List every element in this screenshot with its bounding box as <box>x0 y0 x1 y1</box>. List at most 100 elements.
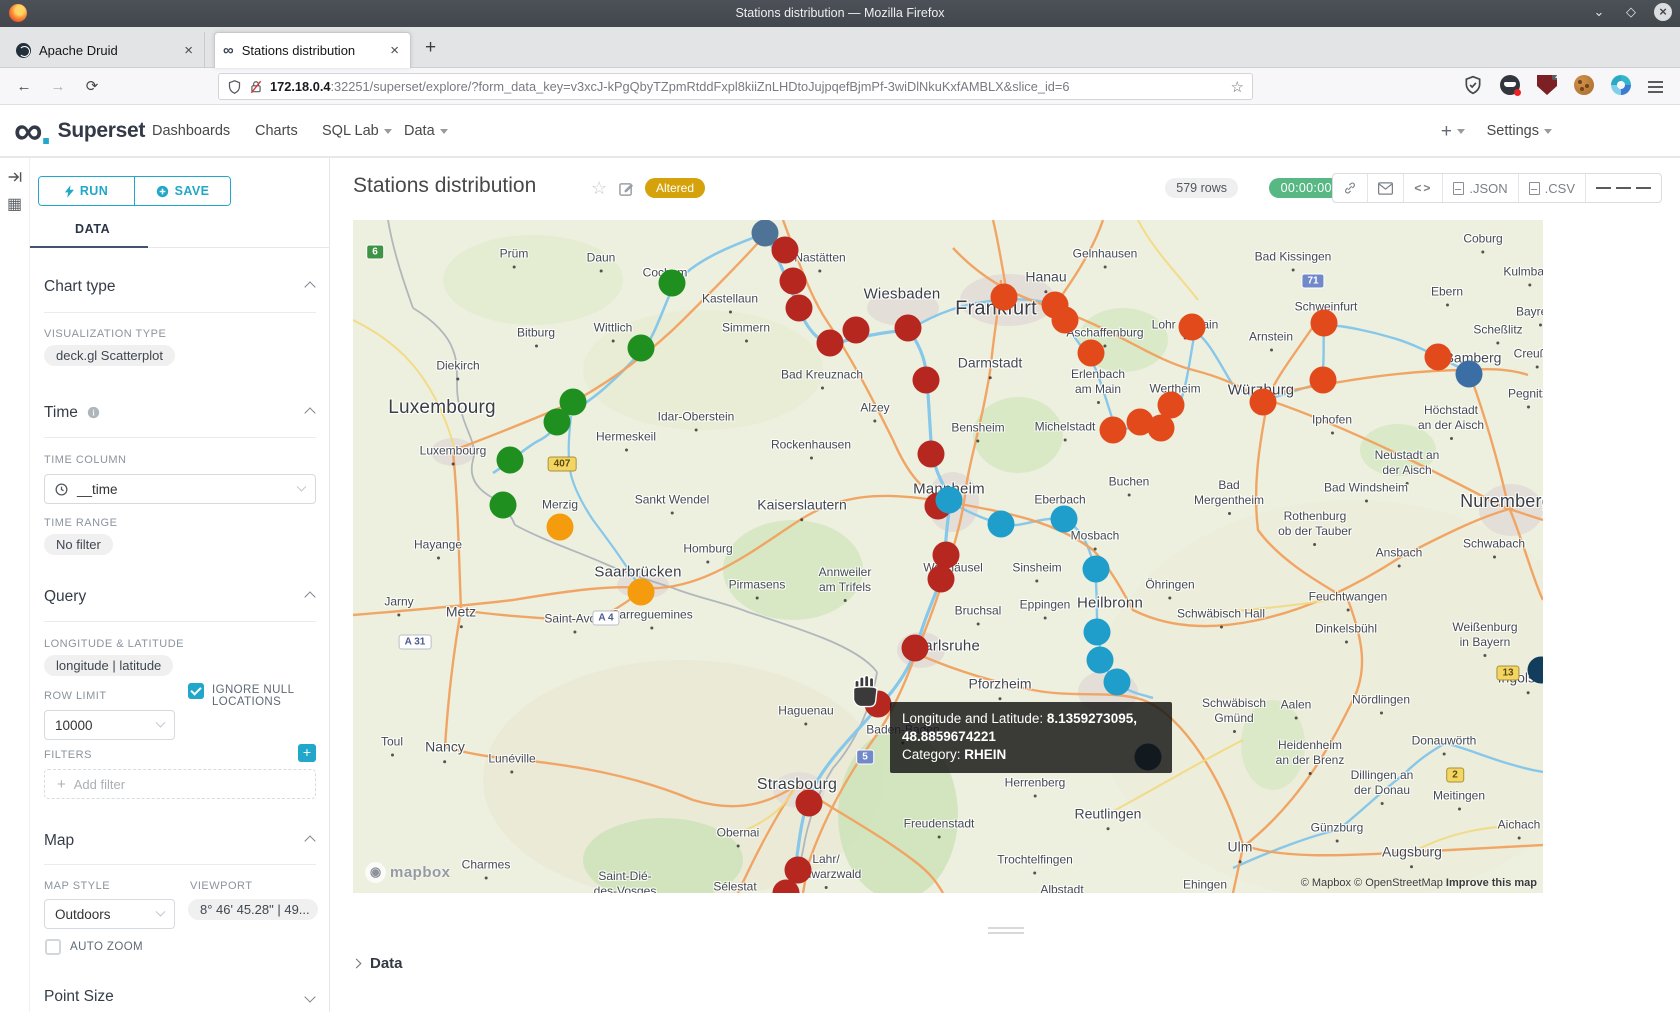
cookie-icon[interactable] <box>1574 75 1594 95</box>
map-point[interactable] <box>1158 392 1185 419</box>
map-point[interactable] <box>1078 340 1105 367</box>
map-point[interactable] <box>817 330 844 357</box>
window-maximize-button[interactable]: ◇ <box>1622 3 1640 21</box>
auto-zoom-checkbox[interactable] <box>45 939 61 955</box>
shield-permissions-icon[interactable] <box>227 79 242 95</box>
mapbox-attribution-link[interactable]: © Mapbox <box>1301 877 1354 889</box>
map-point[interactable] <box>1052 307 1079 334</box>
map-point[interactable] <box>780 268 807 295</box>
improve-map-link[interactable]: Improve this map <box>1446 877 1537 889</box>
map-point[interactable] <box>988 511 1015 538</box>
data-panel-toggle[interactable]: Data <box>353 955 403 972</box>
map-point[interactable] <box>1100 417 1127 444</box>
nav-charts[interactable]: Charts <box>255 123 298 139</box>
export-csv-button[interactable]: .CSV <box>1519 174 1586 202</box>
map-point[interactable] <box>1084 619 1111 646</box>
time-range-value[interactable]: No filter <box>44 534 113 555</box>
map-point[interactable] <box>659 270 686 297</box>
mapbox-logo[interactable]: ◉ mapbox <box>365 862 451 883</box>
nav-dashboards[interactable]: Dashboards <box>152 123 230 139</box>
map-point[interactable] <box>902 635 929 662</box>
map-point[interactable] <box>918 441 945 468</box>
map-attribution[interactable]: © Mapbox © OpenStreetMap Improve this ma… <box>1301 877 1537 889</box>
add-filter-input[interactable]: + Add filter <box>44 769 316 799</box>
favorite-star-icon[interactable]: ☆ <box>591 178 607 199</box>
account-mask-icon[interactable] <box>1500 75 1520 95</box>
map-point[interactable] <box>1311 310 1338 337</box>
section-time[interactable]: Time i <box>44 404 316 422</box>
bookmark-star-icon[interactable]: ☆ <box>1231 78 1244 96</box>
viz-type-value[interactable]: deck.gl Scatterplot <box>44 345 175 366</box>
forward-button[interactable]: → <box>46 75 70 99</box>
viewport-value[interactable]: 8° 46' 45.28" | 49... <box>188 899 318 920</box>
map-style-select[interactable]: Outdoors <box>44 899 175 929</box>
map-point[interactable] <box>913 367 940 394</box>
section-map[interactable]: Map <box>44 832 316 850</box>
map-point[interactable] <box>628 579 655 606</box>
section-point-size[interactable]: Point Size <box>44 988 316 1006</box>
resize-handle[interactable] <box>988 924 1024 937</box>
map-point[interactable] <box>490 492 517 519</box>
url-text[interactable]: 172.18.0.4:32251/superset/explore/?form_… <box>270 79 1231 94</box>
back-button[interactable]: ← <box>12 75 36 99</box>
map-point[interactable] <box>628 335 655 362</box>
window-minimize-button[interactable]: ⌄ <box>1590 3 1608 21</box>
superset-logo[interactable]: ∞. Superset <box>14 116 145 146</box>
ublock-icon[interactable]: 2 <box>1537 75 1557 95</box>
browser-tab-apache-druid[interactable]: Apache Druid × <box>8 32 205 68</box>
map-point[interactable] <box>1179 314 1206 341</box>
browser-tab-stations-distribution[interactable]: ∞ Stations distribution × <box>214 32 411 68</box>
map-point[interactable] <box>1148 415 1175 442</box>
map-point[interactable] <box>1250 389 1277 416</box>
map-point[interactable] <box>796 790 823 817</box>
ignore-null-checkbox[interactable] <box>188 683 204 699</box>
map-point[interactable] <box>895 315 922 342</box>
add-filter-button[interactable]: + <box>298 744 316 762</box>
email-button[interactable] <box>1368 174 1404 202</box>
window-close-button[interactable]: × <box>1654 3 1672 21</box>
map-point[interactable] <box>1456 361 1483 388</box>
map-canvas[interactable]: Longitude and Latitude: 8.1359273095, 48… <box>353 220 1543 893</box>
row-limit-select[interactable]: 10000 <box>44 710 175 740</box>
chart-menu-button[interactable] <box>1586 174 1661 202</box>
expand-panel-icon[interactable] <box>7 170 23 188</box>
map-point[interactable] <box>991 284 1018 311</box>
export-json-button[interactable]: .JSON <box>1443 174 1518 202</box>
menu-icon[interactable] <box>1648 75 1668 95</box>
new-tab-button[interactable]: + <box>425 37 436 59</box>
map-point[interactable] <box>843 317 870 344</box>
map-point[interactable] <box>1083 556 1110 583</box>
map-point[interactable] <box>928 566 955 593</box>
lonlat-value[interactable]: longitude | latitude <box>44 655 173 676</box>
map-point[interactable] <box>933 542 960 569</box>
map-point[interactable] <box>1310 367 1337 394</box>
save-button[interactable]: SAVE <box>135 177 230 205</box>
tab-close-icon[interactable]: × <box>181 42 196 59</box>
nav-settings[interactable]: Settings <box>1487 123 1552 139</box>
map-point[interactable] <box>1104 669 1131 696</box>
shield-check-icon[interactable] <box>1463 75 1483 95</box>
tab-close-icon[interactable]: × <box>387 42 402 59</box>
map-point[interactable] <box>1425 344 1452 371</box>
extension-pinwheel-icon[interactable] <box>1611 75 1631 95</box>
map-point[interactable] <box>497 447 524 474</box>
reload-button[interactable]: ⟳ <box>80 75 104 99</box>
nav-sql-lab[interactable]: SQL Lab <box>322 123 392 139</box>
run-button[interactable]: RUN <box>39 177 134 205</box>
tab-data[interactable]: DATA <box>75 222 110 236</box>
osm-attribution-link[interactable]: © OpenStreetMap <box>1354 877 1446 889</box>
map-point[interactable] <box>1051 506 1078 533</box>
embed-code-button[interactable]: <> <box>1404 174 1443 202</box>
map-point[interactable] <box>936 487 963 514</box>
nav-data[interactable]: Data <box>404 123 448 139</box>
map-point[interactable] <box>544 409 571 436</box>
url-bar[interactable]: 172.18.0.4:32251/superset/explore/?form_… <box>218 73 1253 100</box>
edit-properties-icon[interactable] <box>619 181 634 196</box>
map-point[interactable] <box>772 237 799 264</box>
section-query[interactable]: Query <box>44 588 316 606</box>
insecure-lock-icon[interactable] <box>249 79 263 95</box>
new-item-button[interactable]: + <box>1441 121 1465 143</box>
share-link-button[interactable] <box>1333 174 1368 202</box>
time-column-select[interactable]: __time <box>44 474 316 504</box>
section-chart-type[interactable]: Chart type <box>44 278 316 296</box>
